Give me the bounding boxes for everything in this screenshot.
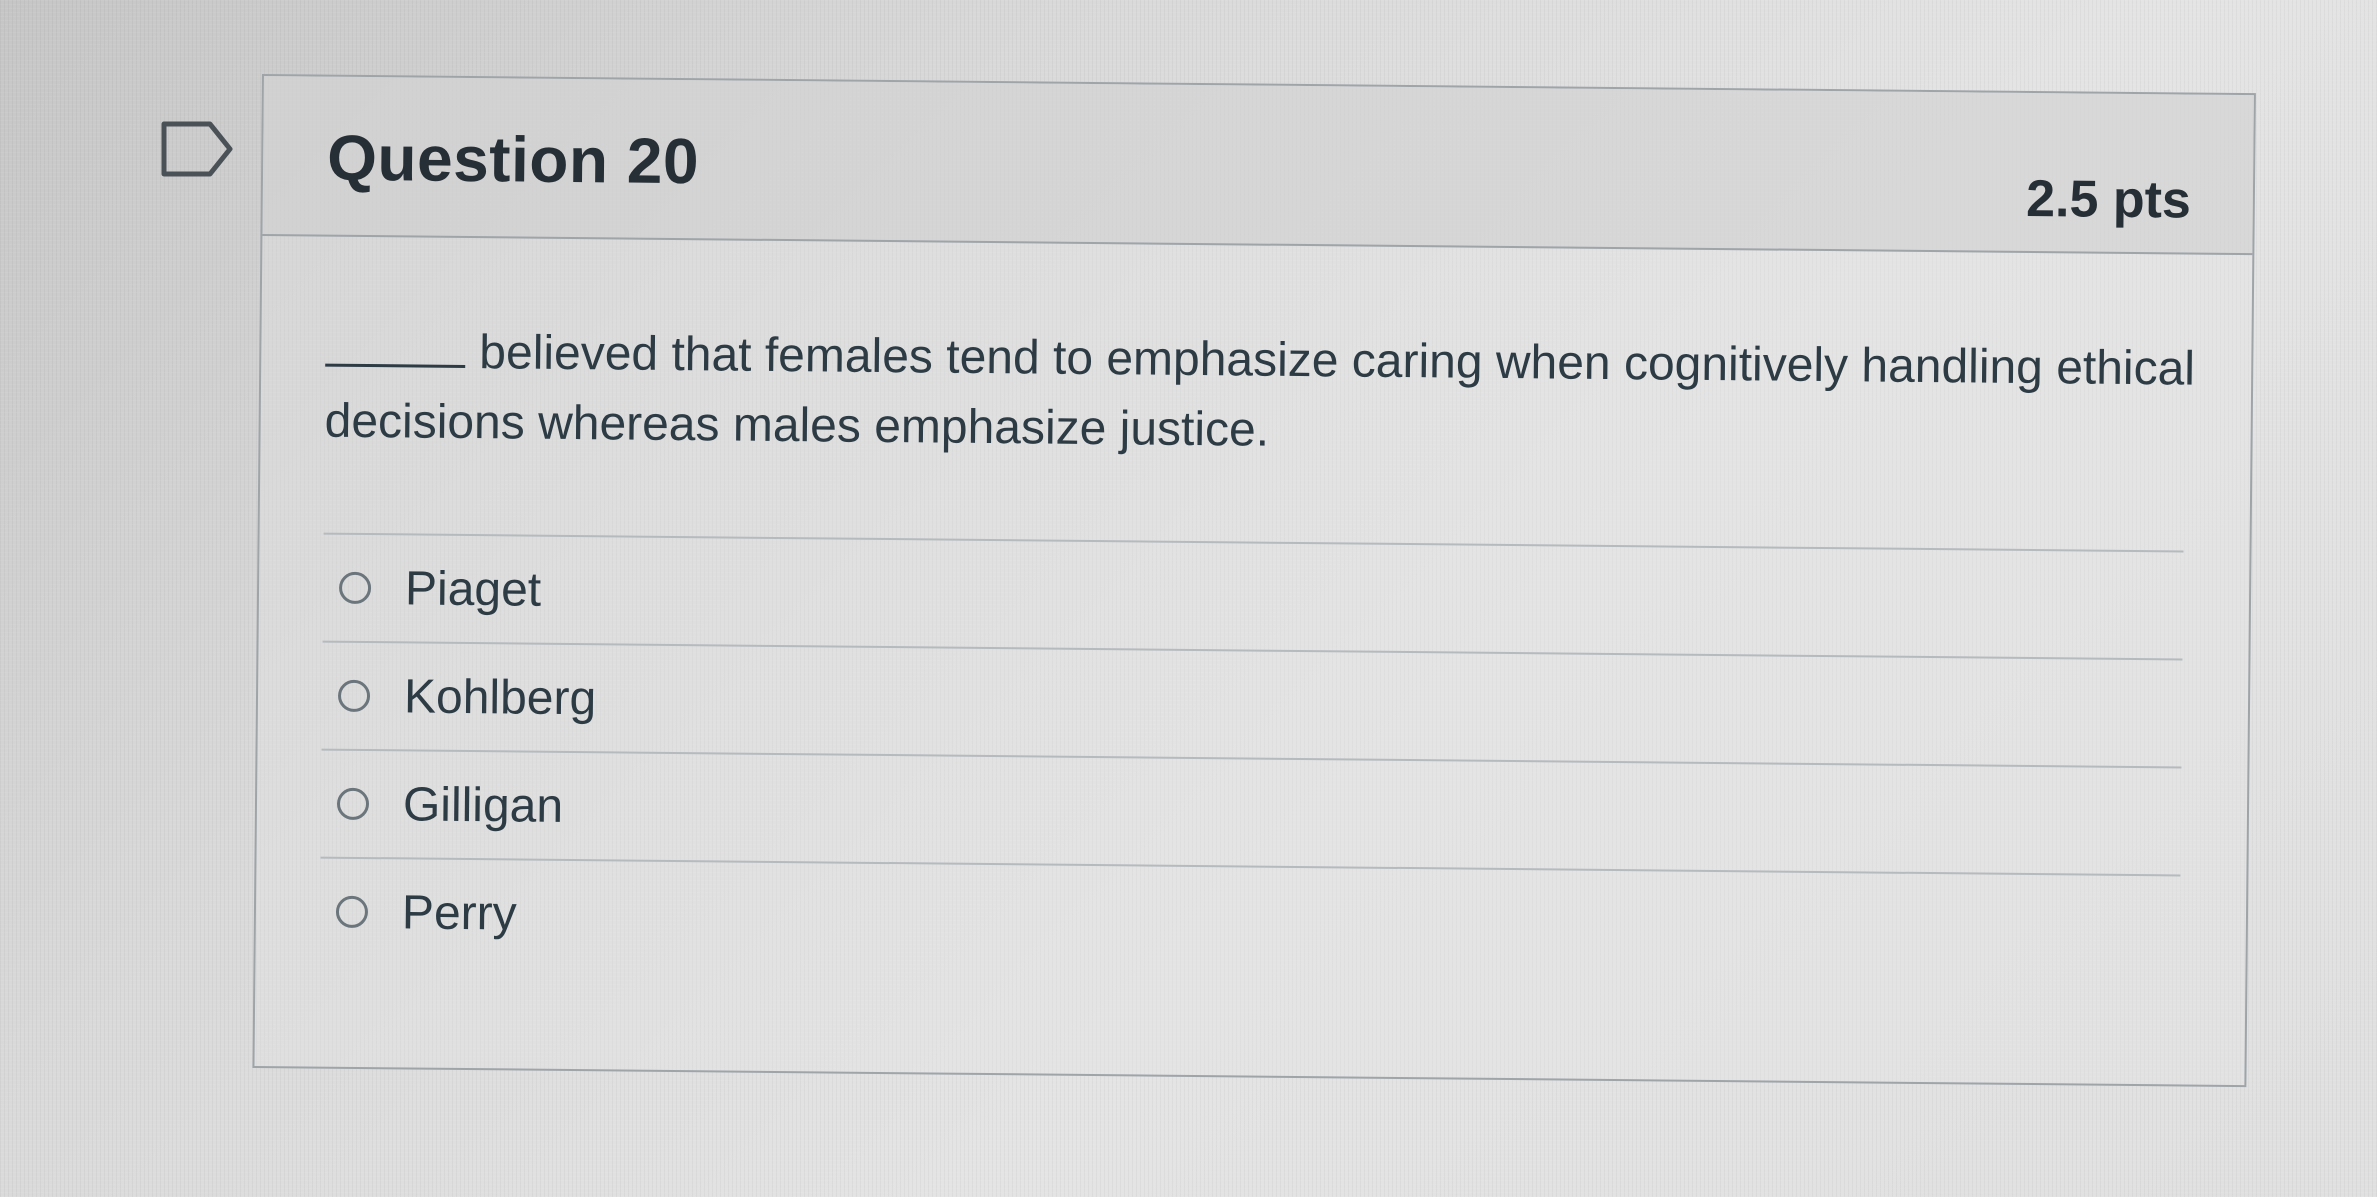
answer-label: Gilligan [402, 777, 564, 833]
answer-option-perry[interactable]: Perry [319, 856, 2181, 983]
question-card: Question 20 2.5 pts believed that female… [252, 74, 2256, 1088]
radio-button[interactable] [338, 571, 372, 605]
answer-option-gilligan[interactable]: Gilligan [320, 748, 2182, 875]
question-title: Question 20 [326, 121, 700, 198]
question-text-content: believed that females tend to emphasize … [324, 326, 2196, 457]
answer-label: Kohlberg [403, 669, 597, 725]
question-body: believed that females tend to emphasize … [255, 236, 2252, 983]
radio-button[interactable] [335, 895, 369, 929]
flag-question-icon[interactable] [158, 118, 238, 180]
radio-button[interactable] [337, 679, 371, 713]
question-header: Question 20 2.5 pts [262, 76, 2254, 256]
answer-label: Perry [401, 885, 517, 940]
question-points: 2.5 pts [2025, 169, 2192, 230]
fill-blank [325, 319, 466, 368]
answer-label: Piaget [404, 561, 542, 617]
radio-button[interactable] [336, 787, 370, 821]
answer-option-piaget[interactable]: Piaget [322, 532, 2184, 659]
question-text: believed that females tend to emphasize … [324, 317, 2195, 475]
answer-list: Piaget Kohlberg Gilligan Perry [319, 532, 2184, 983]
answer-option-kohlberg[interactable]: Kohlberg [321, 640, 2183, 767]
